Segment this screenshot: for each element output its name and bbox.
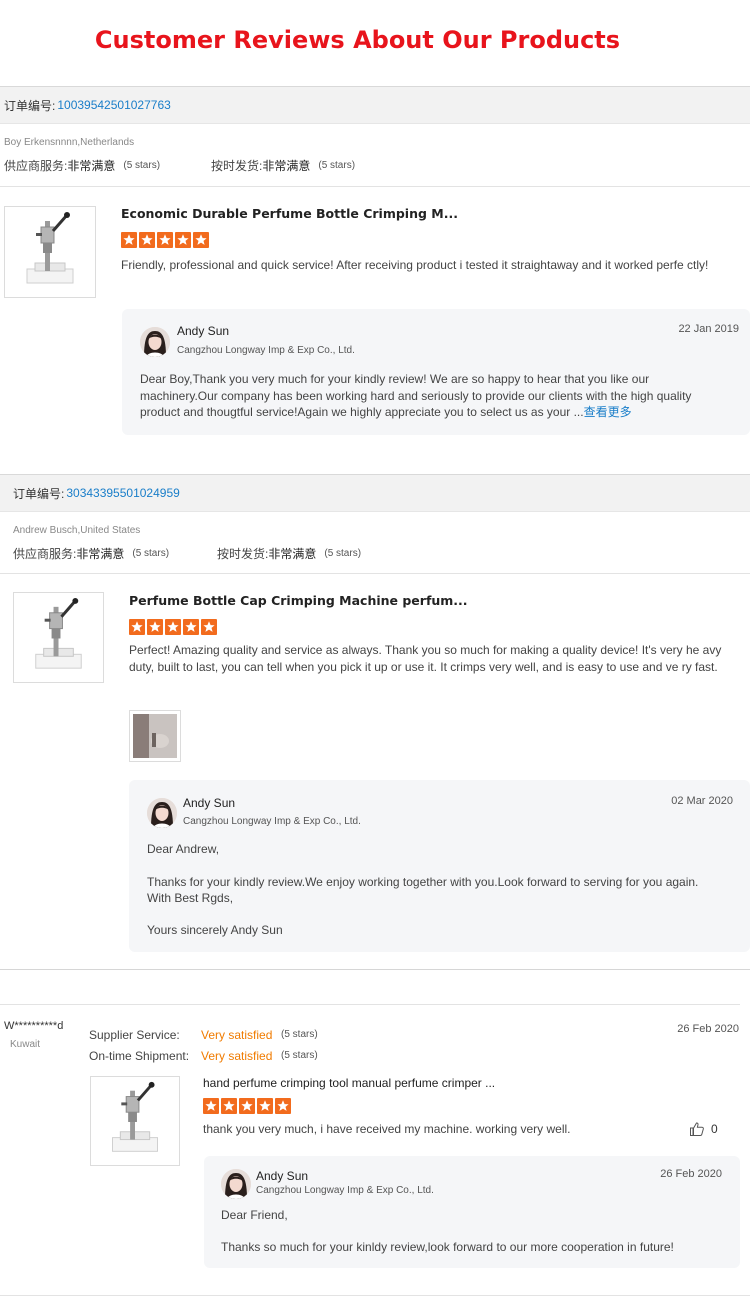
buyer-info: Andrew Busch,United States	[13, 525, 141, 536]
divider	[0, 969, 750, 970]
review-text: thank you very much, i have received my …	[203, 1122, 571, 1136]
order-number-link[interactable]: 10039542501027763	[57, 98, 170, 112]
order-bar: 订单编号: 10039542501027763	[0, 86, 750, 124]
order-label: 订单编号:	[13, 486, 65, 501]
supplier-service-label: 供应商服务:	[13, 547, 77, 561]
star-icon	[147, 619, 163, 635]
supplier-reply: Andy Sun Cangzhou Longway Imp & Exp Co.,…	[204, 1156, 740, 1268]
reply-date: 02 Mar 2020	[671, 795, 733, 807]
divider	[0, 1295, 750, 1296]
shipment-stars: (5 stars)	[281, 1050, 318, 1061]
reply-closing: With Best Rgds,	[147, 891, 234, 905]
review-date: 26 Feb 2020	[677, 1023, 739, 1035]
see-more-link[interactable]: 查看更多	[584, 405, 632, 419]
star-rating	[203, 1098, 291, 1114]
star-icon	[239, 1098, 255, 1114]
shipment-label: 按时发货:	[211, 159, 263, 173]
supplier-service-value: 非常满意	[76, 547, 125, 561]
avatar	[147, 798, 177, 828]
supplier-service-stars: (5 stars)	[132, 548, 170, 559]
product-thumbnail[interactable]	[90, 1076, 180, 1166]
star-icon	[275, 1098, 291, 1114]
shipment-label: On-time Shipment:	[89, 1048, 190, 1063]
star-icon	[175, 232, 191, 248]
product-title-link[interactable]: Economic Durable Perfume Bottle Crimping…	[121, 206, 458, 221]
buyer-info: Boy Erkensnnnn,Netherlands	[4, 137, 135, 148]
star-rating	[121, 232, 209, 248]
reply-company: Cangzhou Longway Imp & Exp Co., Ltd.	[177, 345, 355, 356]
avatar	[140, 327, 170, 357]
thumbs-up-icon	[690, 1122, 704, 1136]
divider	[0, 1004, 740, 1005]
shipment-value: Very satisfied	[201, 1048, 273, 1063]
reply-greeting: Dear Friend,	[221, 1208, 288, 1222]
divider	[0, 186, 750, 187]
reply-text: Dear Boy,Thank you very much for your ki…	[140, 371, 730, 421]
reply-signature: Yours sincerely Andy Sun	[147, 923, 283, 937]
product-thumbnail[interactable]	[4, 206, 96, 298]
review-text: Perfect! Amazing quality and service as …	[129, 643, 722, 674]
reply-date: 22 Jan 2019	[678, 323, 739, 335]
reply-company: Cangzhou Longway Imp & Exp Co., Ltd.	[256, 1185, 434, 1196]
star-icon	[183, 619, 199, 635]
star-icon	[121, 232, 137, 248]
star-icon	[203, 1098, 219, 1114]
shipment-value: 非常满意	[268, 547, 317, 561]
star-rating	[129, 619, 217, 635]
star-icon	[201, 619, 217, 635]
product-title-link[interactable]: Perfume Bottle Cap Crimping Machine perf…	[129, 593, 468, 608]
like-count: 0	[711, 1122, 718, 1136]
reply-author-name: Andy Sun	[256, 1169, 309, 1183]
star-icon	[139, 232, 155, 248]
product-thumbnail[interactable]	[13, 592, 104, 683]
supplier-service-stars: (5 stars)	[123, 160, 161, 171]
reply-author-name: Andy Sun	[177, 324, 230, 338]
supplier-service-stars: (5 stars)	[281, 1029, 318, 1040]
star-icon	[193, 232, 209, 248]
star-icon	[157, 232, 173, 248]
order-label: 订单编号:	[4, 98, 56, 113]
reply-text: Thanks so much for your kinldy review,lo…	[221, 1240, 674, 1254]
reply-author-name: Andy Sun	[183, 796, 236, 810]
shipment-stars: (5 stars)	[318, 160, 356, 171]
avatar	[221, 1169, 251, 1199]
supplier-service-value: Very satisfied	[201, 1027, 273, 1042]
star-icon	[129, 619, 145, 635]
shipment-stars: (5 stars)	[324, 548, 362, 559]
supplier-service-value: 非常满意	[67, 159, 116, 173]
rating-summary: 供应商服务: 非常满意 (5 stars) 按时发货: 非常满意 (5 star…	[13, 545, 361, 562]
rating-summary: Supplier Service: Very satisfied (5 star…	[89, 1024, 318, 1066]
star-icon	[221, 1098, 237, 1114]
buyer-name: W**********d	[4, 1020, 64, 1032]
supplier-service-label: 供应商服务:	[4, 159, 68, 173]
review-text: Friendly, professional and quick service…	[121, 258, 709, 272]
supplier-service-label: Supplier Service:	[89, 1027, 180, 1042]
order-number-link[interactable]: 30343395501024959	[66, 486, 179, 500]
order-bar: 订单编号: 30343395501024959	[0, 474, 750, 512]
star-icon	[165, 619, 181, 635]
product-title-link[interactable]: hand perfume crimping tool manual perfum…	[203, 1076, 495, 1090]
page-title: Customer Reviews About Our Products	[94, 26, 621, 54]
reply-greeting: Dear Andrew,	[147, 842, 220, 856]
shipment-label: 按时发货:	[217, 547, 269, 561]
divider	[0, 573, 750, 574]
star-icon	[257, 1098, 273, 1114]
review-photo[interactable]	[129, 710, 181, 762]
reply-company: Cangzhou Longway Imp & Exp Co., Ltd.	[183, 816, 361, 827]
rating-summary: 供应商服务: 非常满意 (5 stars) 按时发货: 非常满意 (5 star…	[4, 157, 355, 174]
supplier-reply: Andy Sun Cangzhou Longway Imp & Exp Co.,…	[129, 780, 750, 952]
like-button[interactable]: 0	[689, 1121, 718, 1137]
reply-text: Thanks for your kindly review.We enjoy w…	[147, 875, 699, 889]
supplier-reply: Andy Sun Cangzhou Longway Imp & Exp Co.,…	[122, 309, 750, 435]
buyer-country: Kuwait	[10, 1039, 41, 1050]
reply-date: 26 Feb 2020	[660, 1168, 722, 1180]
shipment-value: 非常满意	[262, 159, 311, 173]
